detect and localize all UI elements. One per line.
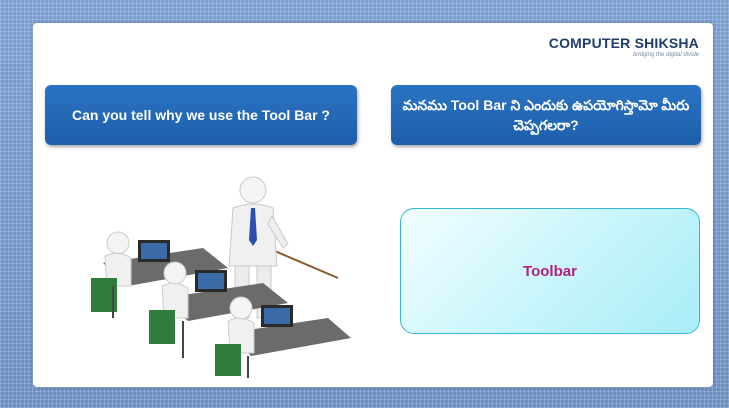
logo-name: COMPUTER SHIKSHA	[548, 35, 699, 51]
answer-box: Toolbar	[400, 208, 700, 334]
student-desks	[91, 231, 351, 378]
computer-shiksha-logo: COMPUTER SHIKSHA bridging the digital di…	[549, 35, 699, 58]
question-english-box: Can you tell why we use the Tool Bar ?	[45, 85, 357, 145]
question-telugu-box: మనము Tool Bar ని ఎందుకు ఉపయోగిస్తామో మీర…	[391, 85, 701, 145]
question-telugu-text: మనము Tool Bar ని ఎందుకు ఉపయోగిస్తామో మీర…	[402, 97, 690, 133]
question-english-text: Can you tell why we use the Tool Bar ?	[71, 107, 330, 123]
logo-tagline: bridging the digital divide	[632, 52, 699, 58]
classroom-illustration	[91, 176, 351, 378]
slide: COMPUTER SHIKSHA bridging the digital di…	[33, 23, 713, 387]
answer-text: Toolbar	[523, 262, 577, 280]
